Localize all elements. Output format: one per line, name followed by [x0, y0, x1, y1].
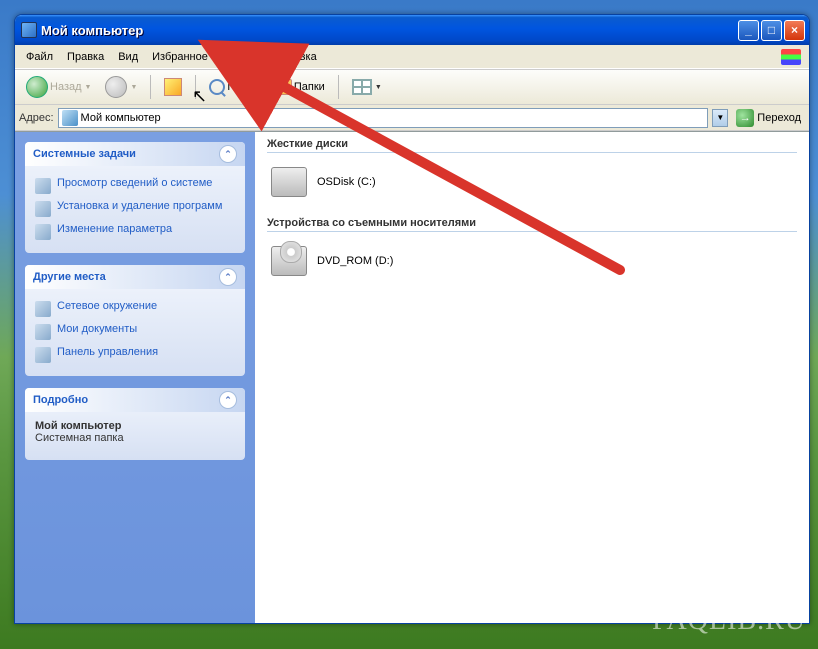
drive-c[interactable]: OSDisk (C:)	[267, 163, 797, 201]
group-header: Жесткие диски	[267, 138, 797, 153]
group-removable: Устройства со съемными носителями DVD_RO…	[267, 217, 797, 280]
folder-icon	[272, 79, 292, 95]
menu-file[interactable]: Файл	[19, 48, 60, 66]
explorer-window: Мой компьютер _ □ × Файл Правка Вид Избр…	[14, 14, 810, 624]
up-button[interactable]	[159, 75, 187, 99]
titlebar[interactable]: Мой компьютер _ □ ×	[15, 15, 809, 45]
menu-favorites[interactable]: Избранное	[145, 48, 215, 66]
group-hard-disks: Жесткие диски OSDisk (C:)	[267, 138, 797, 201]
separator	[338, 75, 339, 99]
collapse-icon[interactable]: ⌃	[219, 145, 237, 163]
group-header: Устройства со съемными носителями	[267, 217, 797, 232]
drive-d[interactable]: DVD_ROM (D:)	[267, 242, 797, 280]
search-button[interactable]: Поиск	[204, 76, 262, 98]
address-label: Адрес:	[19, 112, 54, 124]
details-type: Системная папка	[35, 432, 235, 444]
forward-icon	[105, 76, 127, 98]
folders-button[interactable]: Папки	[267, 76, 330, 98]
chevron-down-icon: ▼	[130, 84, 137, 91]
windows-flag-icon	[781, 49, 801, 65]
details-name: Мой компьютер	[35, 420, 235, 432]
place-network[interactable]: Сетевое окружение	[35, 297, 235, 320]
panel-header[interactable]: Системные задачи ⌃	[25, 142, 245, 166]
menubar: Файл Правка Вид Избранное Сервис Справка	[15, 45, 809, 69]
views-button[interactable]: ▼	[347, 76, 387, 98]
back-label: Назад	[50, 81, 82, 93]
minimize-button[interactable]: _	[738, 20, 759, 41]
folders-label: Папки	[294, 81, 325, 93]
address-text: Мой компьютер	[81, 112, 161, 124]
search-icon	[209, 79, 225, 95]
menu-view[interactable]: Вид	[111, 48, 145, 66]
panel-header[interactable]: Другие места ⌃	[25, 265, 245, 289]
drive-label: DVD_ROM (D:)	[317, 255, 393, 267]
task-change-setting[interactable]: Изменение параметра	[35, 220, 235, 243]
programs-icon	[35, 201, 51, 217]
panel-title: Другие места	[33, 271, 106, 283]
dvd-icon	[271, 246, 307, 276]
content-area: Системные задачи ⌃ Просмотр сведений о с…	[15, 131, 809, 623]
address-bar: Адрес: Мой компьютер ▼ → Переход	[15, 105, 809, 131]
panel-title: Системные задачи	[33, 148, 136, 160]
menu-edit[interactable]: Правка	[60, 48, 111, 66]
computer-icon	[62, 110, 78, 126]
control-panel-icon	[35, 347, 51, 363]
panel-details: Подробно ⌃ Мой компьютер Системная папка	[25, 388, 245, 460]
tasks-sidebar: Системные задачи ⌃ Просмотр сведений о с…	[15, 132, 255, 623]
close-button[interactable]: ×	[784, 20, 805, 41]
task-add-remove[interactable]: Установка и удаление программ	[35, 197, 235, 220]
panel-system-tasks: Системные задачи ⌃ Просмотр сведений о с…	[25, 142, 245, 253]
file-view[interactable]: Жесткие диски OSDisk (C:) Устройства со …	[255, 132, 809, 623]
collapse-icon[interactable]: ⌃	[219, 268, 237, 286]
separator	[195, 75, 196, 99]
watermark: FAQLIB.RU	[652, 605, 806, 637]
chevron-down-icon: ▼	[375, 84, 382, 91]
views-icon	[352, 79, 372, 95]
back-button[interactable]: Назад ▼	[21, 73, 96, 101]
drive-label: OSDisk (C:)	[317, 176, 376, 188]
settings-icon	[35, 224, 51, 240]
menu-help[interactable]: Справка	[267, 48, 324, 66]
panel-other-places: Другие места ⌃ Сетевое окружение Мои док…	[25, 265, 245, 376]
separator	[150, 75, 151, 99]
go-button[interactable]: → Переход	[732, 107, 805, 129]
address-dropdown[interactable]: ▼	[712, 109, 728, 127]
folder-up-icon	[164, 78, 182, 96]
back-icon	[26, 76, 48, 98]
place-documents[interactable]: Мои документы	[35, 320, 235, 343]
network-icon	[35, 301, 51, 317]
forward-button[interactable]: ▼	[100, 73, 142, 101]
toolbar: Назад ▼ ▼ Поиск Папки ▼	[15, 69, 809, 105]
panel-header[interactable]: Подробно ⌃	[25, 388, 245, 412]
app-icon	[21, 22, 37, 38]
menu-tools[interactable]: Сервис	[215, 48, 267, 66]
task-system-info[interactable]: Просмотр сведений о системе	[35, 174, 235, 197]
documents-icon	[35, 324, 51, 340]
collapse-icon[interactable]: ⌃	[219, 391, 237, 409]
chevron-down-icon: ▼	[85, 84, 92, 91]
info-icon	[35, 178, 51, 194]
place-control-panel[interactable]: Панель управления	[35, 343, 235, 366]
window-title: Мой компьютер	[41, 23, 736, 38]
maximize-button[interactable]: □	[761, 20, 782, 41]
panel-title: Подробно	[33, 394, 88, 406]
hdd-icon	[271, 167, 307, 197]
search-label: Поиск	[227, 81, 257, 93]
address-input[interactable]: Мой компьютер	[58, 108, 709, 128]
go-icon: →	[736, 109, 754, 127]
go-label: Переход	[757, 112, 801, 124]
